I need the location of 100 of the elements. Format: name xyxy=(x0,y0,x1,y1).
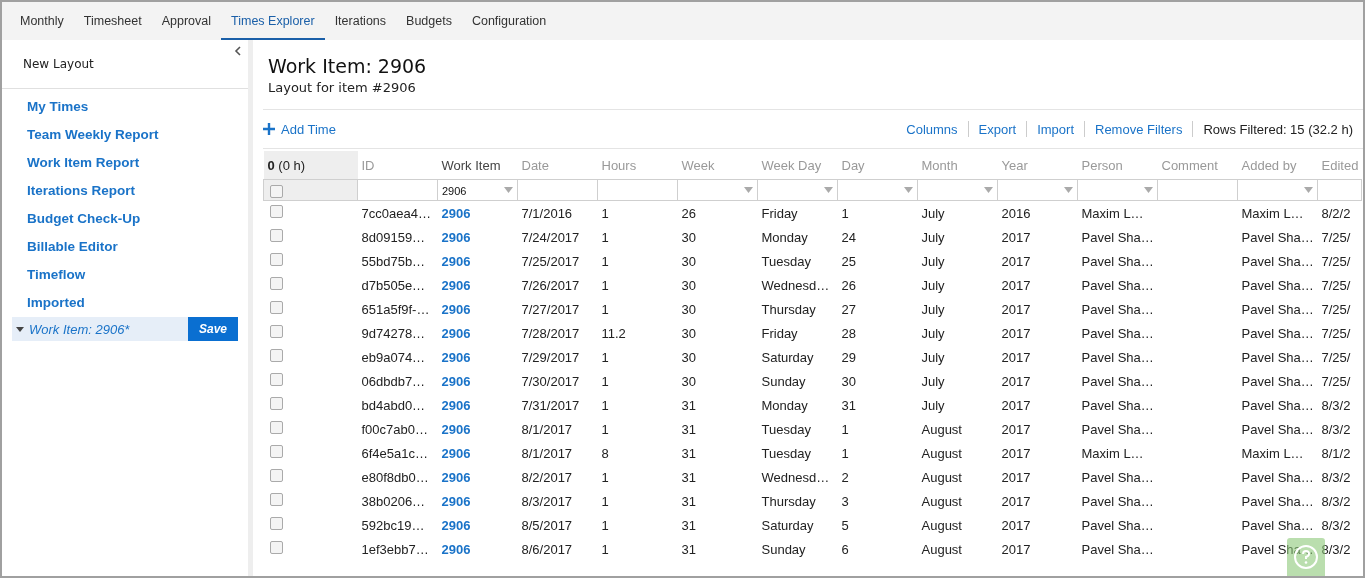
column-header[interactable]: Hours xyxy=(601,157,637,173)
work-item-link[interactable]: 2906 xyxy=(441,517,471,533)
dropdown-arrow-icon[interactable] xyxy=(824,187,833,193)
toolbar-link[interactable]: Export xyxy=(968,121,1027,137)
filter-field[interactable] xyxy=(757,179,838,201)
filter-field[interactable] xyxy=(1077,179,1158,201)
dropdown-arrow-icon[interactable] xyxy=(1304,187,1313,193)
nav-tab[interactable]: Approval xyxy=(151,2,222,40)
nav-tab[interactable]: Times Explorer xyxy=(221,2,325,40)
layout-link[interactable]: Team Weekly Report xyxy=(2,121,248,149)
column-header[interactable]: Added by xyxy=(1241,157,1297,173)
filter-field[interactable] xyxy=(357,179,438,201)
filter-field[interactable] xyxy=(597,179,678,201)
column-header[interactable]: Week Day xyxy=(761,157,822,173)
nav-tab[interactable]: Iterations xyxy=(324,2,397,40)
nav-tab[interactable]: Budgets xyxy=(396,2,462,40)
nav-tab[interactable]: Timesheet xyxy=(73,2,152,40)
row-checkbox[interactable] xyxy=(269,300,283,314)
table-cell: Pavel Sha… xyxy=(1081,277,1154,293)
column-header[interactable]: Date xyxy=(521,157,549,173)
column-header[interactable]: Month xyxy=(921,157,958,173)
work-item-link[interactable]: 2906 xyxy=(441,421,471,437)
filter-field[interactable] xyxy=(1157,179,1238,201)
add-time-link[interactable]: Add Time xyxy=(263,121,336,137)
table-cell: 7/25/ xyxy=(1321,277,1351,293)
work-item-link[interactable]: 2906 xyxy=(441,469,471,485)
nav-tab[interactable]: Configuration xyxy=(461,2,557,40)
work-item-link[interactable]: 2906 xyxy=(441,301,471,317)
work-item-link[interactable]: 2906 xyxy=(441,373,471,389)
filter-field[interactable] xyxy=(517,179,598,201)
table-cell: Monday xyxy=(761,229,808,245)
row-checkbox[interactable] xyxy=(269,228,283,242)
column-header[interactable]: Work Item xyxy=(441,157,501,173)
column-header[interactable]: Comment xyxy=(1161,157,1218,173)
select-all-checkbox[interactable] xyxy=(270,184,283,198)
layout-link[interactable]: My Times xyxy=(2,93,248,121)
layout-link[interactable]: Budget Check-Up xyxy=(2,205,248,233)
new-layout-link[interactable]: New Layout xyxy=(23,57,94,71)
work-item-link[interactable]: 2906 xyxy=(441,493,471,509)
toolbar-link[interactable]: Remove Filters xyxy=(1085,121,1193,137)
filter-field[interactable] xyxy=(997,179,1078,201)
column-header[interactable]: Edited xyxy=(1321,157,1359,173)
column-header[interactable]: Day xyxy=(841,157,865,173)
row-checkbox[interactable] xyxy=(269,516,283,530)
work-item-link[interactable]: 2906 xyxy=(441,277,471,293)
column-header[interactable]: Week xyxy=(681,157,715,173)
filter-field[interactable] xyxy=(837,179,918,201)
row-checkbox[interactable] xyxy=(269,540,283,554)
work-item-link[interactable]: 2906 xyxy=(441,445,471,461)
dropdown-arrow-icon[interactable] xyxy=(904,187,913,193)
layout-link[interactable]: Imported xyxy=(2,289,248,317)
row-checkbox[interactable] xyxy=(269,276,283,290)
column-header[interactable]: Year xyxy=(1001,157,1028,173)
column-header[interactable]: Person xyxy=(1081,157,1123,173)
table-cell: 6f4e5a1c… xyxy=(361,445,428,461)
work-item-link[interactable]: 2906 xyxy=(441,253,471,269)
row-checkbox[interactable] xyxy=(269,324,283,338)
work-item-link[interactable]: 2906 xyxy=(441,205,471,221)
filter-field[interactable]: 2906 xyxy=(437,179,518,201)
layout-link[interactable]: Work Item Report xyxy=(2,149,248,177)
filter-field[interactable] xyxy=(917,179,998,201)
row-checkbox[interactable] xyxy=(269,204,283,218)
table-cell: Pavel Sha… xyxy=(1081,397,1154,413)
dropdown-arrow-icon[interactable] xyxy=(504,187,513,193)
table-cell: 1 xyxy=(601,493,609,509)
column-header[interactable]: ID xyxy=(361,157,375,173)
table-cell: Pavel Sha… xyxy=(1241,493,1314,509)
row-checkbox[interactable] xyxy=(269,468,283,482)
table-cell: Pavel Sha… xyxy=(1081,373,1154,389)
dropdown-arrow-icon[interactable] xyxy=(1144,187,1153,193)
collapse-icon[interactable] xyxy=(234,46,242,56)
table-cell: 1 xyxy=(601,517,609,533)
filter-field[interactable] xyxy=(1317,179,1362,201)
layout-link[interactable]: Iterations Report xyxy=(2,177,248,205)
row-checkbox[interactable] xyxy=(269,444,283,458)
work-item-link[interactable]: 2906 xyxy=(441,325,471,341)
dropdown-arrow-icon[interactable] xyxy=(1064,187,1073,193)
toolbar-link[interactable]: Columns xyxy=(896,121,968,137)
selected-layout-item[interactable]: Work Item: 2906* Save xyxy=(12,317,238,341)
row-checkbox[interactable] xyxy=(269,420,283,434)
toolbar-link[interactable]: Import xyxy=(1027,121,1084,137)
dropdown-arrow-icon[interactable] xyxy=(744,187,753,193)
row-checkbox[interactable] xyxy=(269,348,283,362)
row-checkbox[interactable] xyxy=(269,492,283,506)
table-cell: 8/3/2 xyxy=(1321,421,1351,437)
dropdown-arrow-icon[interactable] xyxy=(984,187,993,193)
row-checkbox[interactable] xyxy=(269,372,283,386)
work-item-link[interactable]: 2906 xyxy=(441,229,471,245)
save-button[interactable]: Save xyxy=(188,317,238,341)
work-item-link[interactable]: 2906 xyxy=(441,349,471,365)
page-title: Work Item: 2906 xyxy=(268,55,428,77)
filter-field[interactable] xyxy=(677,179,758,201)
work-item-link[interactable]: 2906 xyxy=(441,541,471,557)
filter-field[interactable] xyxy=(1237,179,1318,201)
work-item-link[interactable]: 2906 xyxy=(441,397,471,413)
layout-link[interactable]: Billable Editor xyxy=(2,233,248,261)
row-checkbox[interactable] xyxy=(269,252,283,266)
nav-tab[interactable]: Monthly xyxy=(10,2,74,40)
row-checkbox[interactable] xyxy=(269,396,283,410)
layout-link[interactable]: Timeflow xyxy=(2,261,248,289)
